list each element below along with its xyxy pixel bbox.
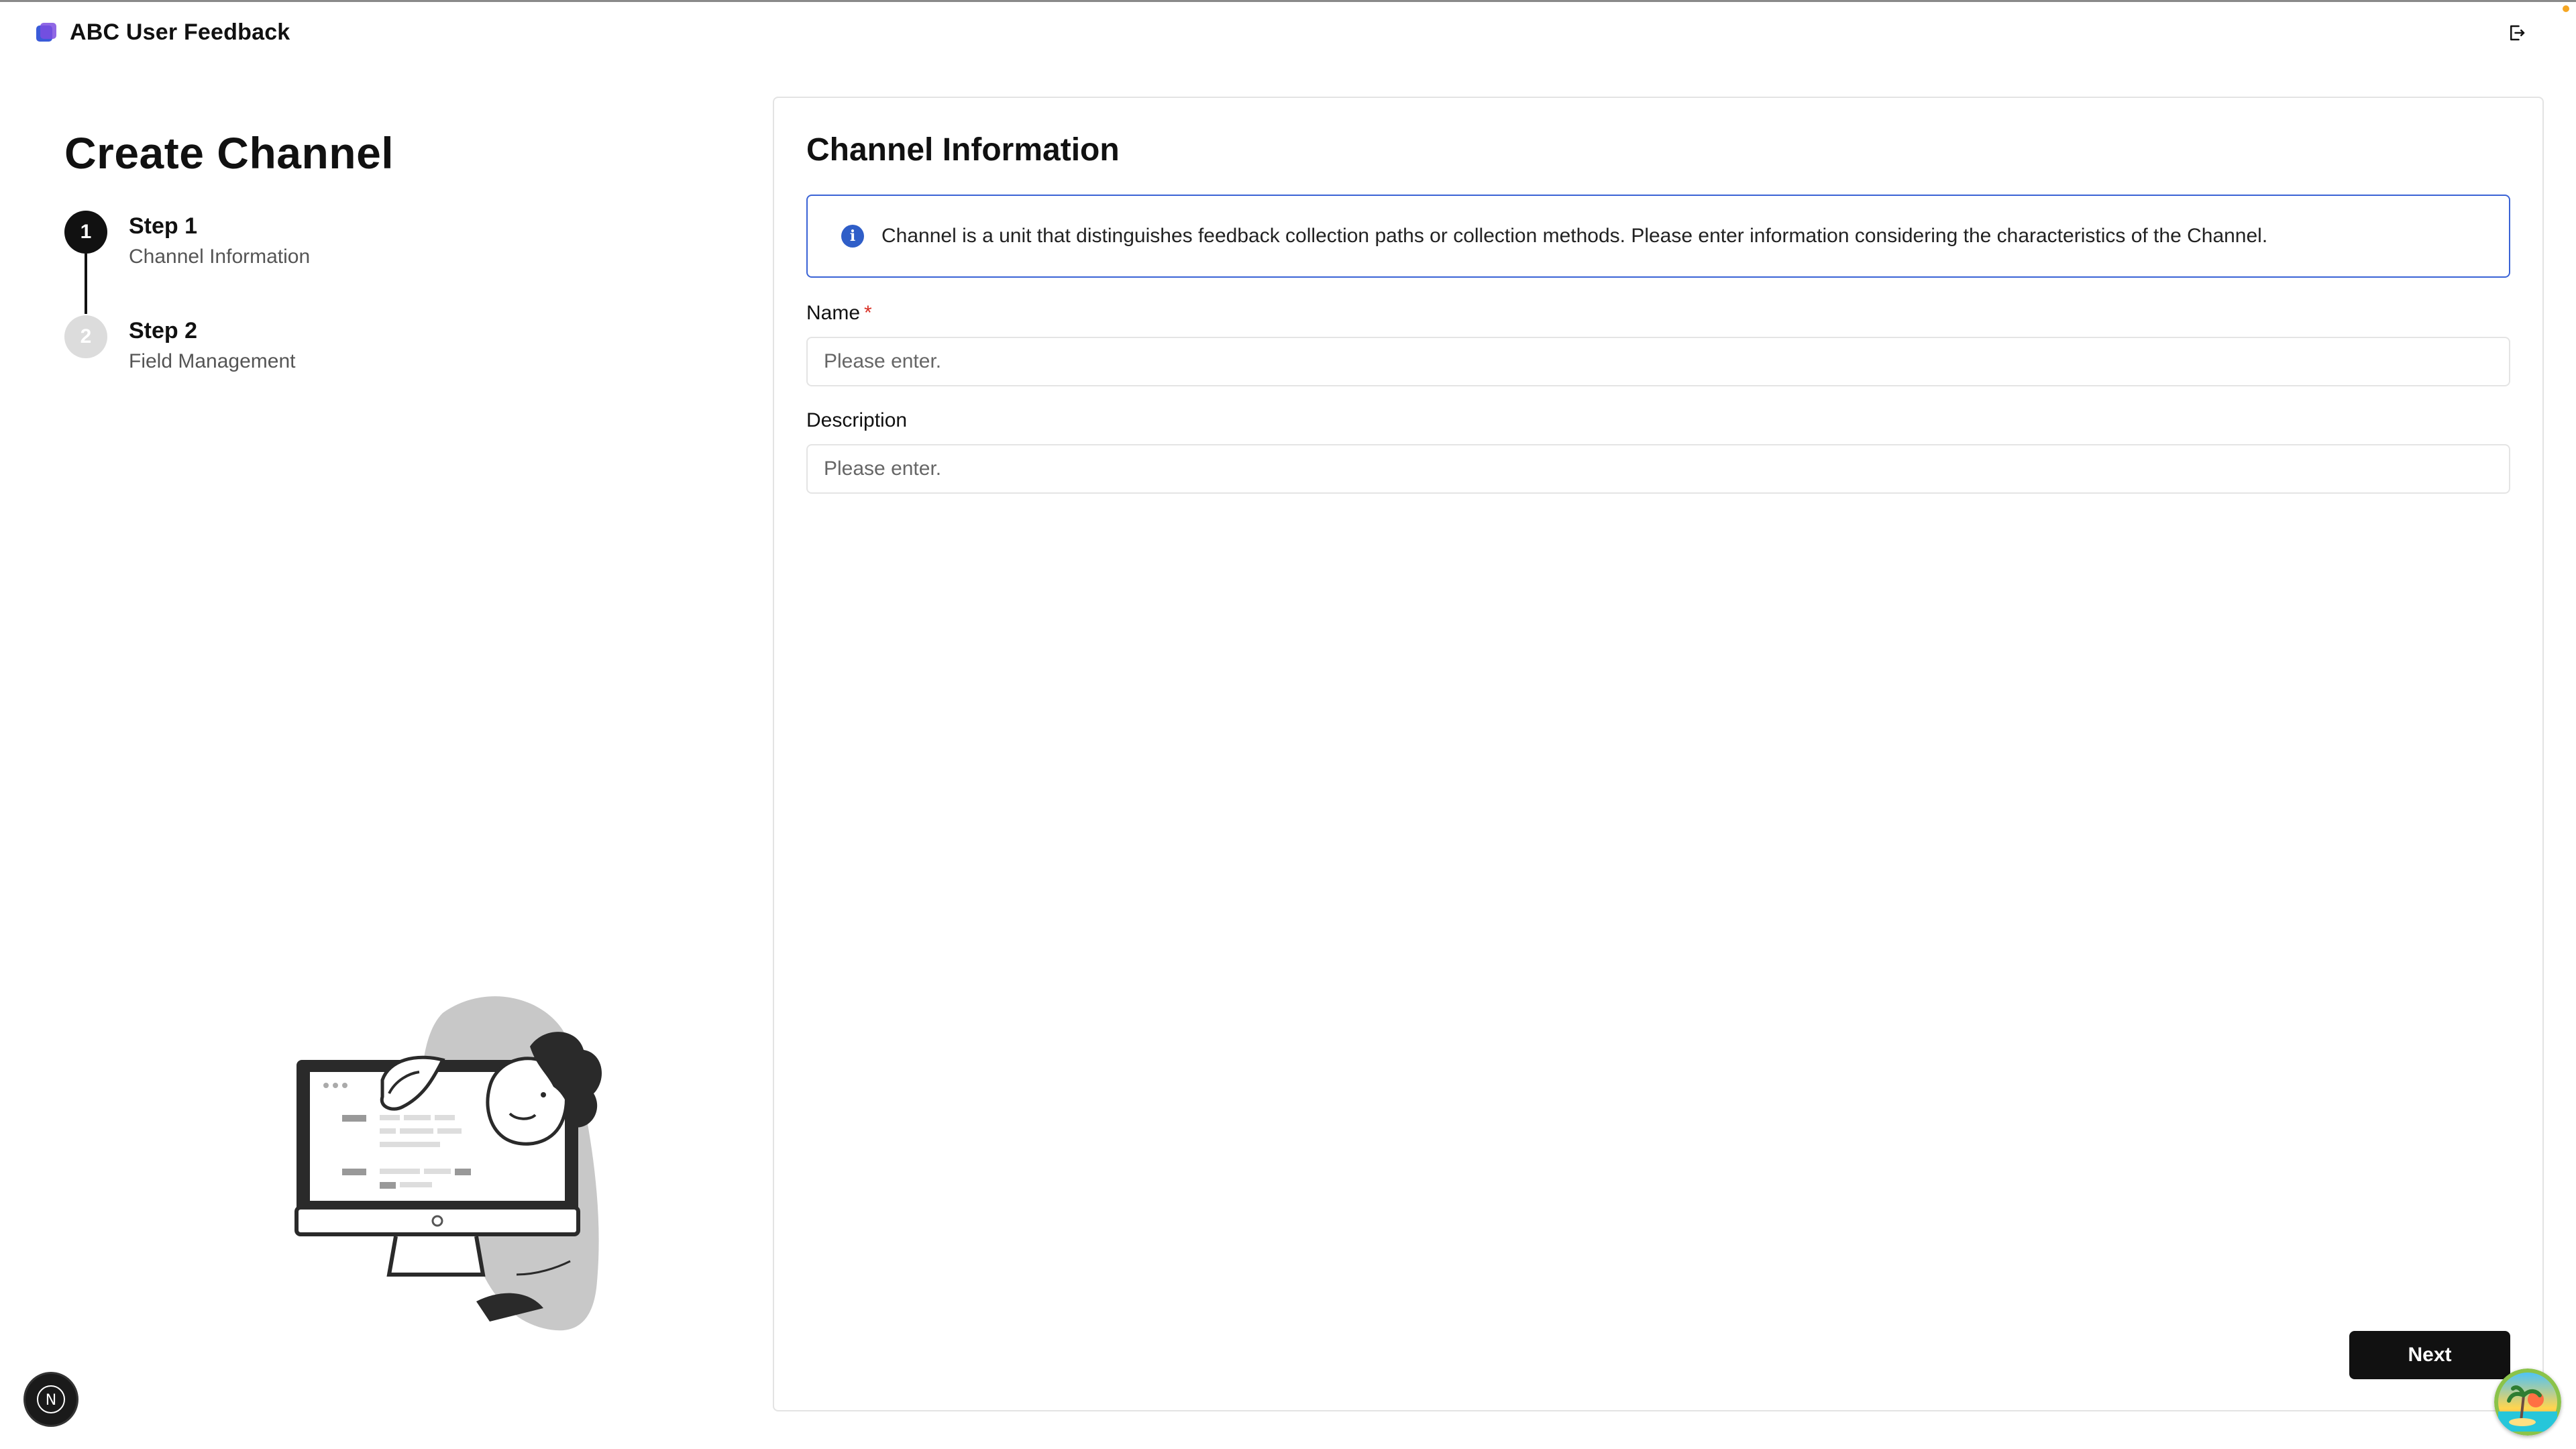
step-1-subtitle: Channel Information <box>129 246 311 268</box>
step-2[interactable]: 2 Step 2 Field Management <box>64 315 467 389</box>
info-text: Channel is a unit that distinguishes fee… <box>881 225 2268 247</box>
info-alert: i Channel is a unit that distinguishes f… <box>806 195 2510 278</box>
form-title: Channel Information <box>806 132 1120 168</box>
next-button[interactable]: Next <box>2349 1331 2510 1379</box>
name-input[interactable] <box>806 337 2510 386</box>
step-1[interactable]: 1 Step 1 Channel Information <box>64 211 467 314</box>
person-at-computer-illustration <box>288 986 678 1342</box>
logout-icon[interactable] <box>2505 21 2529 45</box>
page-title: Create Channel <box>64 128 394 178</box>
step-2-title: Step 2 <box>129 318 198 343</box>
description-label: Description <box>806 409 908 431</box>
app-logo-icon <box>36 22 56 43</box>
app-title: ABC User Feedback <box>70 19 290 45</box>
step-1-number: 1 <box>64 211 107 254</box>
tropical-island-avatar-icon[interactable] <box>2494 1368 2561 1436</box>
name-label-text: Name <box>806 302 861 324</box>
step-2-subtitle: Field Management <box>129 350 296 372</box>
dev-badge-letter: N <box>46 1392 56 1409</box>
description-input[interactable] <box>806 444 2510 494</box>
app-header: ABC User Feedback <box>0 2 2576 62</box>
info-icon: i <box>841 225 864 248</box>
required-mark: * <box>864 302 872 324</box>
brand[interactable]: ABC User Feedback <box>36 19 290 46</box>
channel-form-card: Channel Information i Channel is a unit … <box>773 97 2544 1411</box>
step-2-number: 2 <box>64 315 107 358</box>
step-1-title: Step 1 <box>129 213 198 239</box>
step-connector <box>85 254 87 314</box>
nextjs-badge-icon[interactable]: N <box>25 1374 76 1425</box>
name-label: Name * <box>806 302 872 325</box>
